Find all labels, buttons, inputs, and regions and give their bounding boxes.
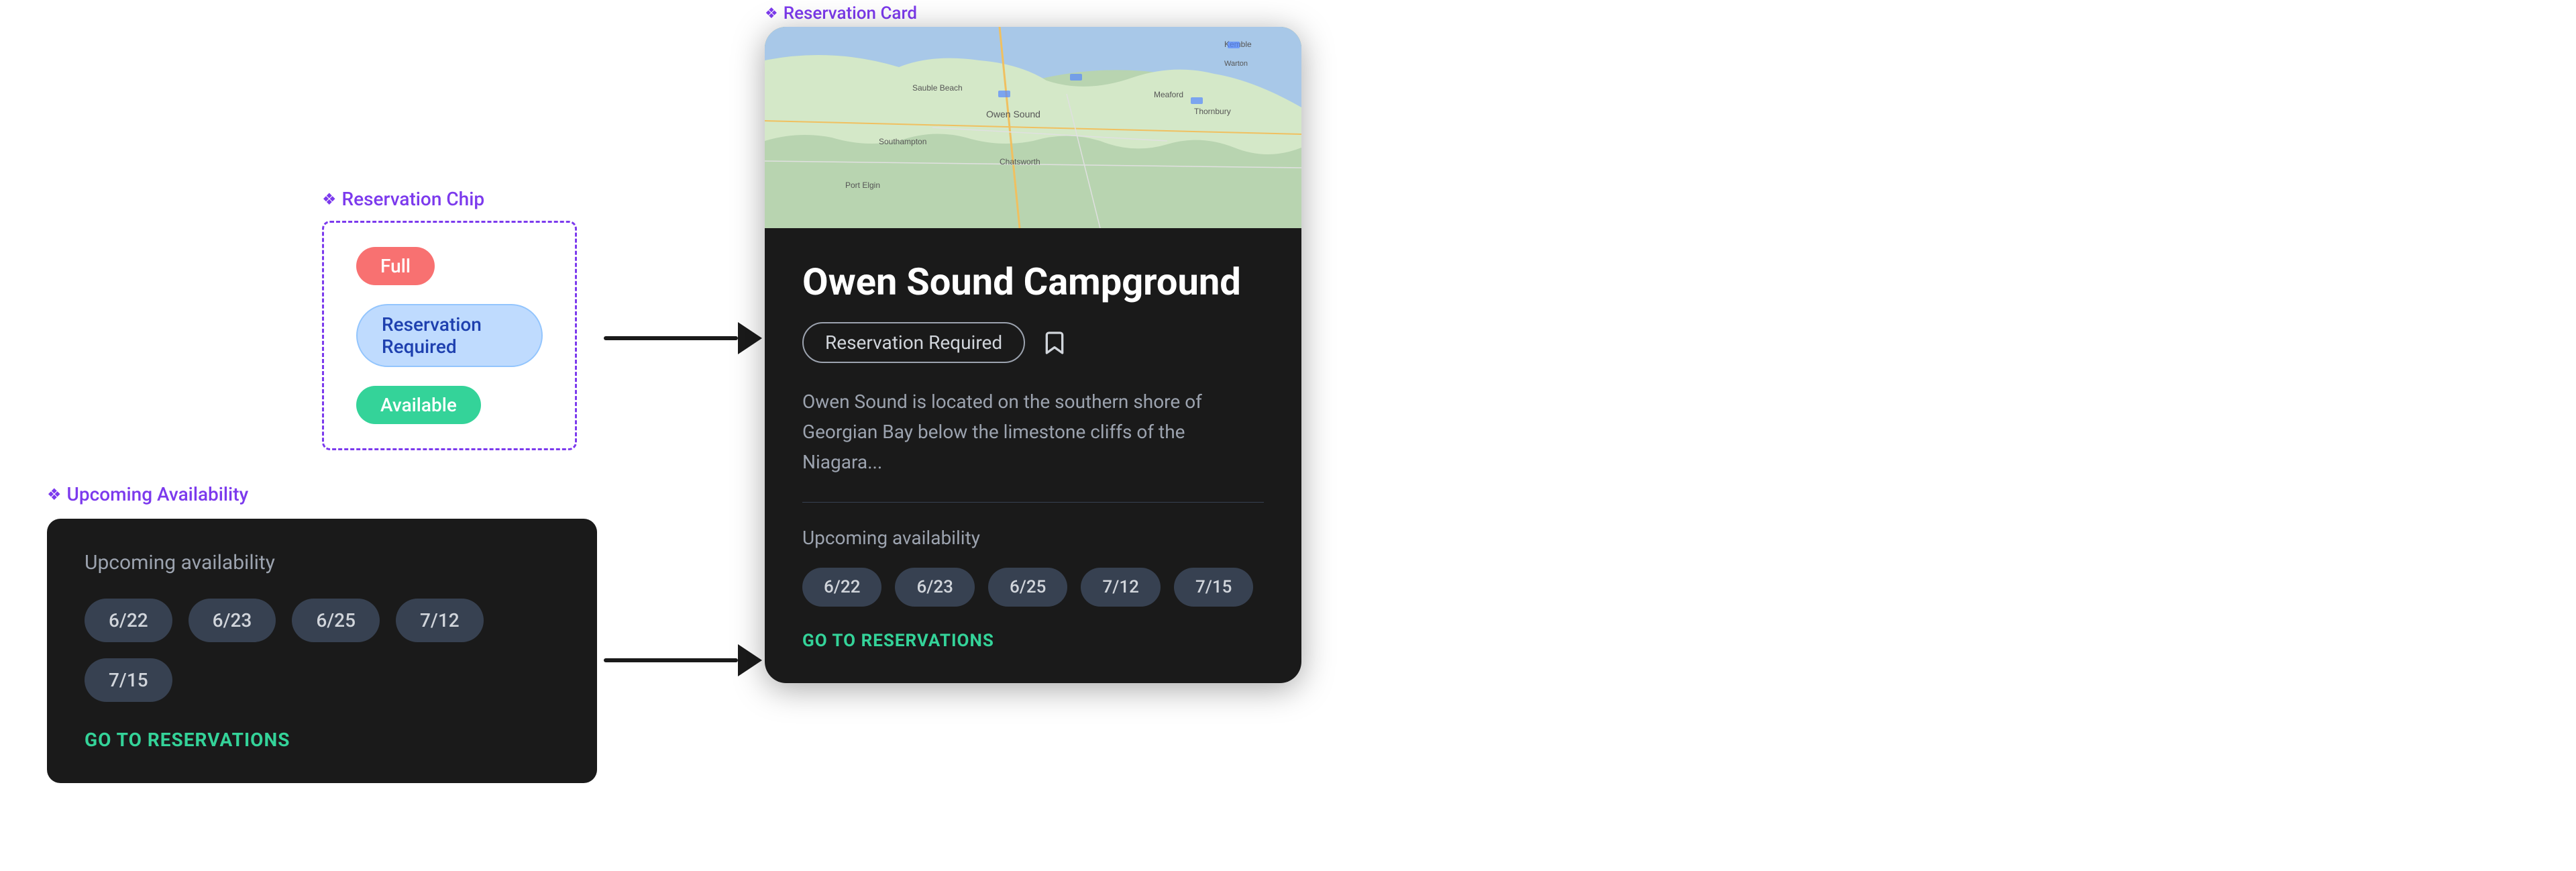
upcoming-card-title: Upcoming availability [85, 551, 559, 574]
svg-text:Meaford: Meaford [1154, 90, 1183, 99]
reservation-chip-section: Reservation Chip Full Reservation Requir… [322, 188, 577, 450]
card-go-to-reservations-button[interactable]: GO TO RESERVATIONS [802, 631, 1264, 651]
card-upcoming-title: Upcoming availability [802, 527, 1264, 549]
card-divider [802, 502, 1264, 503]
card-content: Owen Sound Campground Reservation Requir… [765, 228, 1301, 683]
svg-text:Port Elgin: Port Elgin [845, 181, 880, 190]
card-date-chip-3[interactable]: 6/25 [988, 568, 1067, 607]
campground-name: Owen Sound Campground [802, 260, 1264, 303]
bookmark-icon[interactable] [1041, 329, 1068, 356]
card-date-chip-5[interactable]: 7/15 [1174, 568, 1253, 607]
date-chip-1[interactable]: 6/22 [85, 599, 172, 642]
card-chip-reservation: Reservation Required [802, 322, 1025, 363]
go-to-reservations-button[interactable]: GO TO RESERVATIONS [85, 729, 559, 751]
svg-text:Warton: Warton [1224, 60, 1248, 68]
chip-reservation-required: Reservation Required [356, 304, 543, 367]
svg-text:Southampton: Southampton [879, 137, 926, 146]
date-chip-3[interactable]: 6/25 [292, 599, 380, 642]
reservation-card-section-label: Reservation Card [765, 3, 917, 23]
date-chips-row: 6/22 6/23 6/25 7/12 7/15 [85, 599, 559, 702]
card-description: Owen Sound is located on the southern sh… [802, 387, 1264, 477]
card-date-chip-4[interactable]: 7/12 [1081, 568, 1160, 607]
upcoming-card: Upcoming availability 6/22 6/23 6/25 7/1… [47, 519, 597, 783]
arrow-chips-to-card [604, 322, 762, 354]
map-thumbnail: Owen Sound Sauble Beach Meaford Thornbur… [765, 27, 1301, 228]
card-chips-row: Reservation Required [802, 322, 1264, 363]
date-chip-2[interactable]: 6/23 [189, 599, 276, 642]
upcoming-availability-label: Upcoming Availability [47, 483, 597, 505]
card-date-chips-row: 6/22 6/23 6/25 7/12 7/15 [802, 568, 1264, 607]
upcoming-availability-section: Upcoming Availability Upcoming availabil… [47, 483, 597, 783]
svg-text:Thornbury: Thornbury [1194, 107, 1231, 116]
svg-text:Chatsworth: Chatsworth [1000, 157, 1040, 166]
date-chip-5[interactable]: 7/15 [85, 658, 172, 702]
chip-container: Full Reservation Required Available [322, 221, 577, 450]
reservation-card: Owen Sound Sauble Beach Meaford Thornbur… [765, 27, 1301, 683]
card-date-chip-2[interactable]: 6/23 [895, 568, 974, 607]
date-chip-4[interactable]: 7/12 [396, 599, 484, 642]
svg-text:Sauble Beach: Sauble Beach [912, 83, 963, 93]
card-date-chip-1[interactable]: 6/22 [802, 568, 881, 607]
reservation-chip-label: Reservation Chip [322, 188, 577, 210]
arrow-availability-to-card [604, 644, 762, 676]
chip-available: Available [356, 386, 481, 424]
svg-text:Owen Sound: Owen Sound [986, 109, 1040, 119]
chip-full: Full [356, 247, 435, 285]
